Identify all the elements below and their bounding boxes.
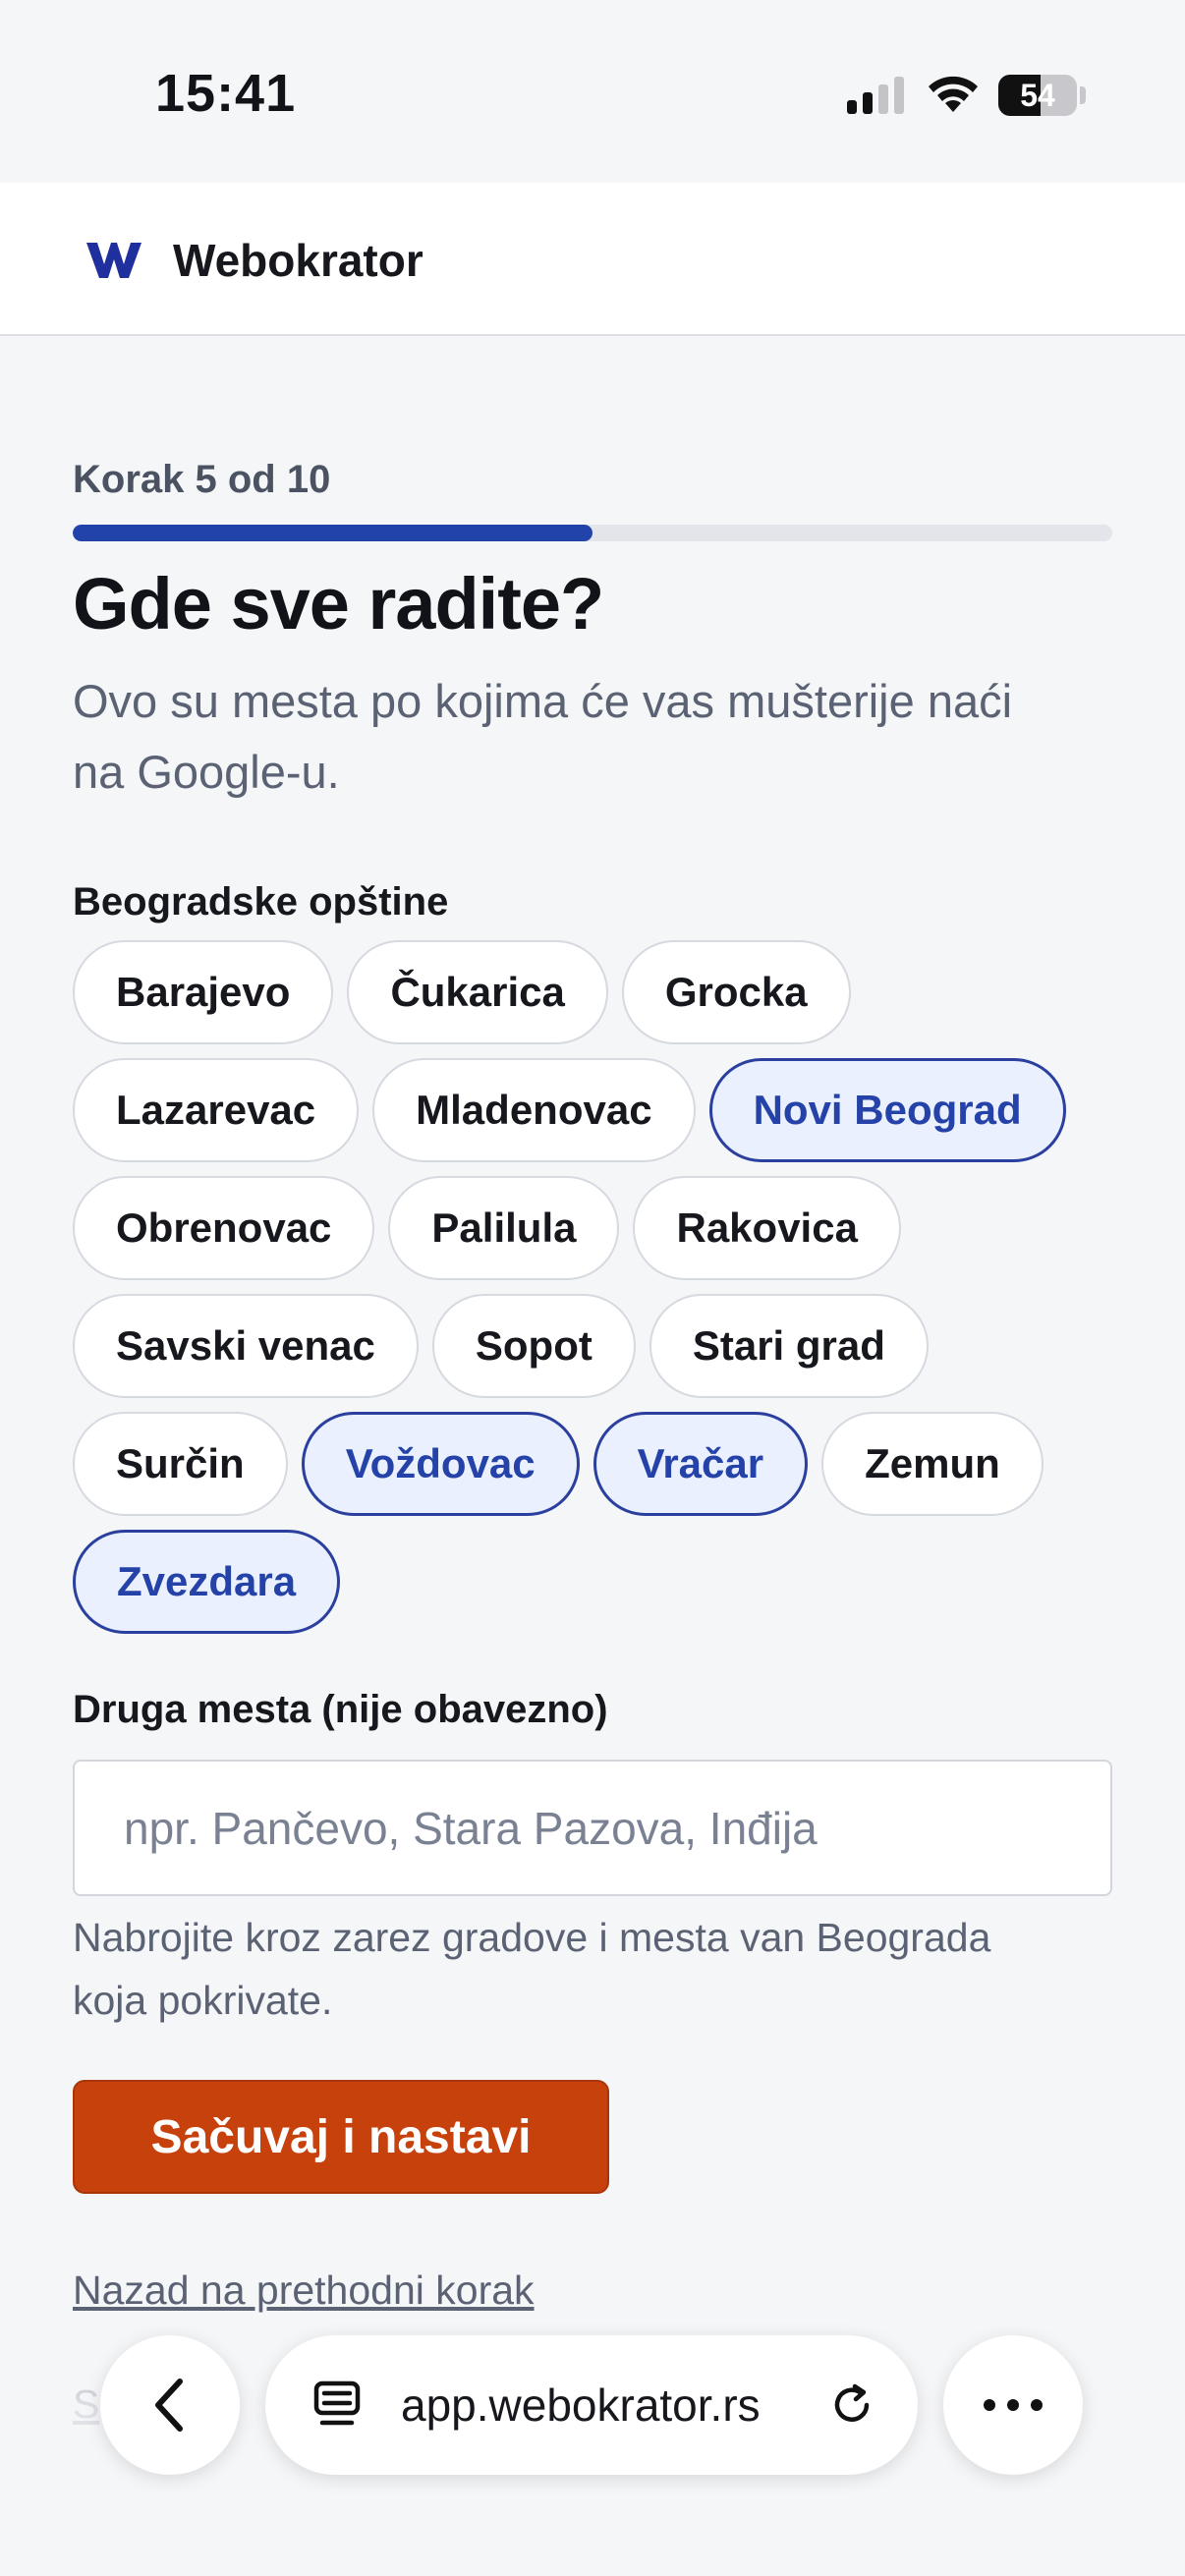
municipality-chip[interactable]: Vračar bbox=[592, 1412, 809, 1516]
battery-icon: 54 bbox=[998, 75, 1077, 116]
municipality-chips: Barajevo Čukarica Grocka Lazarevac Mladenova… bbox=[73, 940, 1114, 1634]
page-menu-icon[interactable] bbox=[312, 2380, 362, 2431]
municipality-chip[interactable]: Savski venac bbox=[73, 1294, 419, 1398]
ellipsis-icon bbox=[984, 2399, 1043, 2411]
municipality-chip[interactable]: Sopot bbox=[431, 1294, 636, 1398]
brand-name[interactable]: Webokrator bbox=[173, 234, 423, 287]
municipality-chip[interactable]: Novi Beograd bbox=[708, 1058, 1066, 1162]
municipality-chip[interactable]: Lazarevac bbox=[73, 1058, 360, 1162]
municipality-chip[interactable]: Mladenovac bbox=[372, 1058, 696, 1162]
more-options-button[interactable] bbox=[943, 2335, 1083, 2475]
chevron-left-icon bbox=[155, 2379, 183, 2432]
address-bar[interactable]: app.webokrator.rs bbox=[265, 2335, 918, 2475]
step-indicator: Korak 5 od 10 bbox=[73, 458, 331, 501]
browser-back-button[interactable] bbox=[100, 2335, 240, 2475]
app-header: Webokrator bbox=[0, 183, 1185, 336]
status-bar: 15:41 54 bbox=[0, 0, 1185, 182]
municipality-chip[interactable]: Obrenovac bbox=[73, 1176, 375, 1280]
reload-icon[interactable] bbox=[827, 2380, 876, 2430]
other-places-input[interactable] bbox=[73, 1760, 1112, 1896]
municipality-chip[interactable]: Barajevo bbox=[73, 940, 334, 1044]
battery-percent: 54 bbox=[1020, 78, 1055, 113]
save-and-continue-button[interactable]: Sačuvaj i nastavi bbox=[73, 2080, 609, 2194]
municipality-chip[interactable]: Rakovica bbox=[633, 1176, 901, 1280]
municipality-chip[interactable]: Čukarica bbox=[347, 940, 608, 1044]
municipality-chip[interactable]: Palilula bbox=[388, 1176, 620, 1280]
municipality-chip[interactable]: Surčin bbox=[73, 1412, 288, 1516]
municipality-chip[interactable]: Stari grad bbox=[649, 1294, 929, 1398]
progress-fill bbox=[73, 525, 592, 541]
other-places-hint: Nabrojite kroz zarez gradove i mesta van… bbox=[73, 1915, 991, 2023]
back-to-previous-step-link[interactable]: Nazad na prethodni korak bbox=[73, 2268, 535, 2314]
other-places-label: Druga mesta (nije obavezno) bbox=[73, 1688, 608, 1731]
page-title: Gde sve radite? bbox=[73, 563, 604, 644]
wifi-icon bbox=[929, 76, 978, 112]
battery-cap bbox=[1080, 86, 1086, 104]
url-text[interactable]: app.webokrator.rs bbox=[401, 2379, 761, 2432]
cellular-signal-icon bbox=[847, 77, 904, 114]
progress-bar bbox=[73, 525, 1112, 541]
status-time: 15:41 bbox=[155, 64, 297, 123]
municipality-chip[interactable]: Voždovac bbox=[301, 1412, 580, 1516]
municipality-chip[interactable]: Zemun bbox=[821, 1412, 1044, 1516]
municipality-chip[interactable]: Zvezdara bbox=[73, 1530, 341, 1634]
page-subtitle: Ovo su mesta po kojima će vas mušterije … bbox=[73, 675, 1013, 798]
webokrator-logo-icon[interactable] bbox=[85, 237, 143, 282]
municipalities-label: Beogradske opštine bbox=[73, 880, 449, 924]
municipality-chip[interactable]: Grocka bbox=[621, 940, 851, 1044]
